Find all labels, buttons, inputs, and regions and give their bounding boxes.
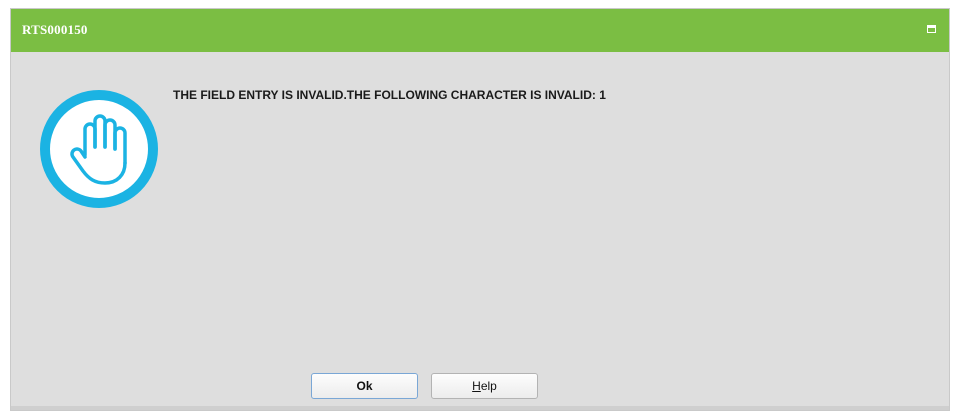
- help-button[interactable]: Help: [431, 373, 538, 399]
- error-dialog: RTS000150 THE FIELD ENTRY IS INVALID.THE…: [10, 8, 950, 411]
- error-message: THE FIELD ENTRY IS INVALID.THE FOLLOWING…: [173, 88, 606, 102]
- help-mnemonic: H: [472, 379, 481, 393]
- maximize-icon[interactable]: [927, 25, 936, 33]
- ok-button-label: Ok: [356, 379, 373, 393]
- dialog-titlebar[interactable]: RTS000150: [11, 9, 949, 52]
- help-button-label: elp: [480, 379, 497, 393]
- ok-button[interactable]: Ok: [311, 373, 418, 399]
- dialog-bottom-edge: [11, 406, 949, 410]
- stop-hand-icon: [39, 89, 159, 209]
- dialog-title: RTS000150: [22, 22, 88, 37]
